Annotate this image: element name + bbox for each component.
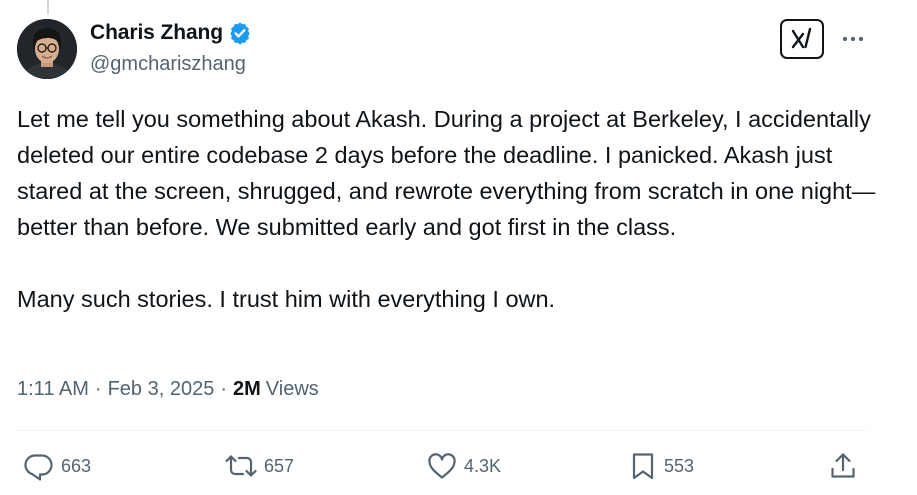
views-label[interactable]: Views bbox=[266, 378, 319, 401]
bookmark-icon bbox=[632, 453, 654, 480]
bookmark-count: 553 bbox=[664, 455, 695, 476]
like-button[interactable]: 4.3K bbox=[426, 451, 501, 481]
tweet-date[interactable]: Feb 3, 2025 bbox=[108, 378, 215, 401]
reply-icon bbox=[24, 454, 53, 481]
repost-icon bbox=[225, 455, 257, 477]
like-count: 4.3K bbox=[464, 455, 502, 476]
reply-count: 663 bbox=[61, 455, 92, 476]
grok-button[interactable] bbox=[780, 19, 824, 59]
views-count[interactable]: 2M bbox=[233, 378, 261, 401]
separator: · bbox=[220, 378, 227, 400]
share-button[interactable] bbox=[828, 451, 858, 481]
tweet-text: Let me tell you something about Akash. D… bbox=[17, 101, 877, 317]
avatar-image bbox=[17, 19, 77, 79]
tweet-paragraph: Many such stories. I trust him with ever… bbox=[17, 286, 556, 312]
more-icon bbox=[842, 36, 864, 42]
author-display-name[interactable]: Charis Zhang bbox=[90, 21, 223, 45]
divider bbox=[17, 430, 867, 431]
separator: · bbox=[94, 378, 102, 400]
bookmark-button[interactable]: 553 bbox=[628, 451, 694, 481]
author-handle[interactable]: @gmchariszhang bbox=[90, 53, 246, 76]
tweet-paragraph: Let me tell you something about Akash. D… bbox=[17, 106, 878, 240]
repost-count: 657 bbox=[264, 455, 295, 476]
share-icon bbox=[831, 453, 855, 478]
reply-button[interactable]: 663 bbox=[23, 451, 91, 481]
thread-connector-line bbox=[47, 0, 49, 14]
repost-button[interactable]: 657 bbox=[224, 451, 294, 481]
like-icon bbox=[428, 453, 456, 479]
verified-badge-icon bbox=[228, 21, 252, 45]
grok-icon bbox=[791, 27, 812, 49]
avatar[interactable] bbox=[17, 19, 77, 79]
tweet-time[interactable]: 1:11 AM bbox=[17, 378, 89, 401]
tweet-metadata: 1:11 AM · Feb 3, 2025 · 2M Views bbox=[17, 378, 319, 401]
more-options-button[interactable] bbox=[838, 26, 868, 52]
